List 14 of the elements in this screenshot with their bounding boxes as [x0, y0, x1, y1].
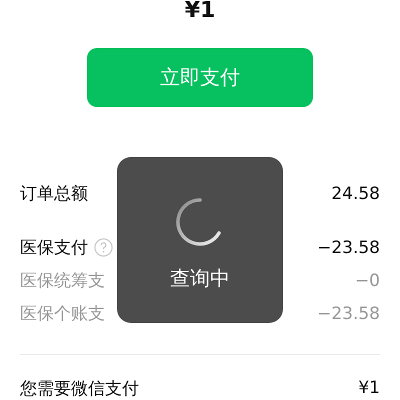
amount-text: ¥1 [184, 0, 216, 22]
toast-text: 查询中 [170, 264, 230, 292]
row-label: 医保支付 [20, 237, 88, 259]
row-value: −23.58 [317, 304, 380, 324]
row-label: 医保统筹支 [20, 270, 105, 292]
row-value: 24.58 [331, 184, 380, 204]
row-label: 订单总额 [20, 183, 88, 205]
row-label: 医保个账支 [20, 303, 105, 325]
total-value: ¥1 [358, 378, 380, 398]
row-value: −23.58 [317, 238, 380, 258]
total-label: 您需要微信支付 [20, 378, 139, 400]
pay-button[interactable]: 立即支付 [87, 48, 313, 107]
help-icon[interactable] [94, 238, 113, 257]
row-value: −0 [354, 270, 380, 290]
